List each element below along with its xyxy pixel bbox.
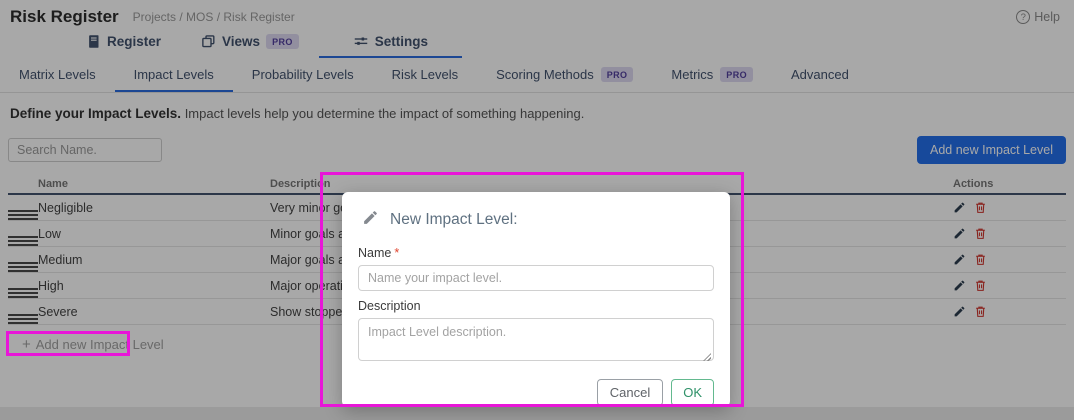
- modal-title: New Impact Level:: [390, 211, 518, 229]
- new-impact-level-modal: New Impact Level: Name* Description Canc…: [342, 192, 730, 407]
- modal-title-row: New Impact Level:: [362, 209, 714, 231]
- ok-button[interactable]: OK: [671, 379, 714, 406]
- description-field-label: Description: [358, 299, 714, 313]
- name-field-label: Name*: [358, 246, 714, 260]
- pencil-icon: [362, 209, 379, 231]
- description-field[interactable]: [358, 318, 714, 361]
- name-field[interactable]: [358, 265, 714, 291]
- cancel-button[interactable]: Cancel: [597, 379, 663, 406]
- required-marker: *: [394, 246, 399, 260]
- modal-footer: Cancel OK: [358, 379, 714, 406]
